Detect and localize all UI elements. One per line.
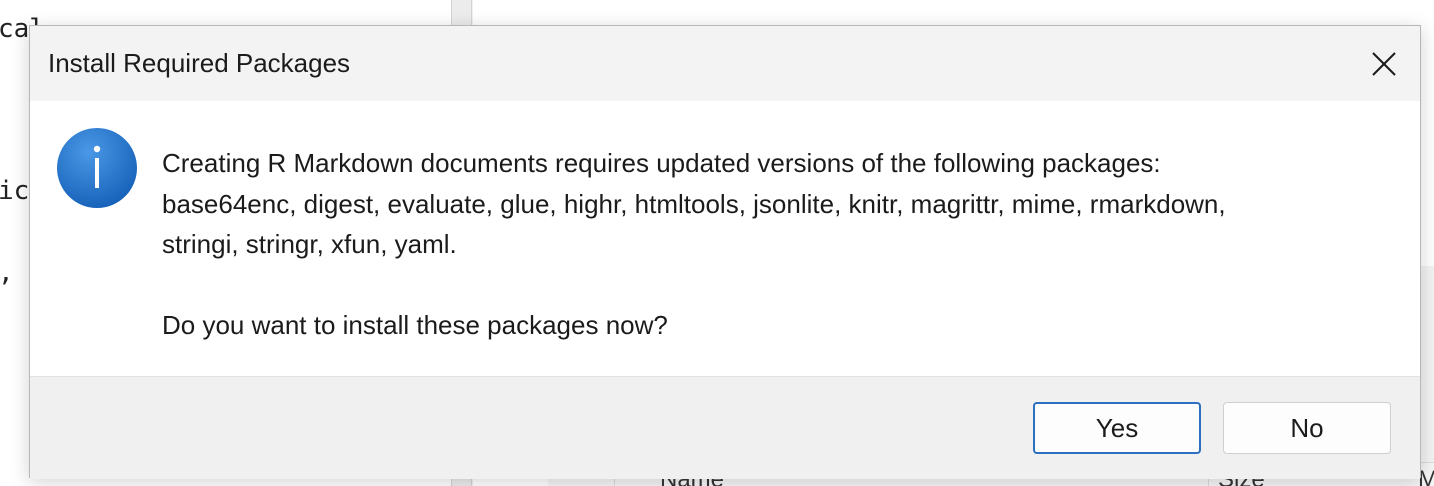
close-icon <box>1372 52 1396 76</box>
message-line: base64enc, digest, evaluate, glue, highr… <box>162 188 1226 219</box>
message-line: Creating R Markdown documents requires u… <box>162 148 1161 178</box>
message-question: Do you want to install these packages no… <box>162 309 668 340</box>
yes-button[interactable]: Yes <box>1033 402 1201 454</box>
editor-text-line: , <box>0 258 14 288</box>
dialog-message: Creating R Markdown documents requires u… <box>162 143 1402 345</box>
info-icon <box>57 128 137 208</box>
close-button[interactable] <box>1362 42 1406 86</box>
dialog-footer: Yes No <box>30 376 1420 479</box>
dialog-titlebar: Install Required Packages <box>30 26 1420 101</box>
no-button[interactable]: No <box>1223 402 1391 454</box>
dialog-content: Creating R Markdown documents requires u… <box>30 101 1420 376</box>
install-packages-dialog: Install Required Packages Creating R Mar… <box>29 25 1421 479</box>
editor-text-line: ic <box>0 176 30 206</box>
message-line: stringi, stringr, xfun, yaml. <box>162 229 457 259</box>
files-pane-scrollbar[interactable] <box>1420 266 1434 486</box>
dialog-title: Install Required Packages <box>48 48 351 78</box>
